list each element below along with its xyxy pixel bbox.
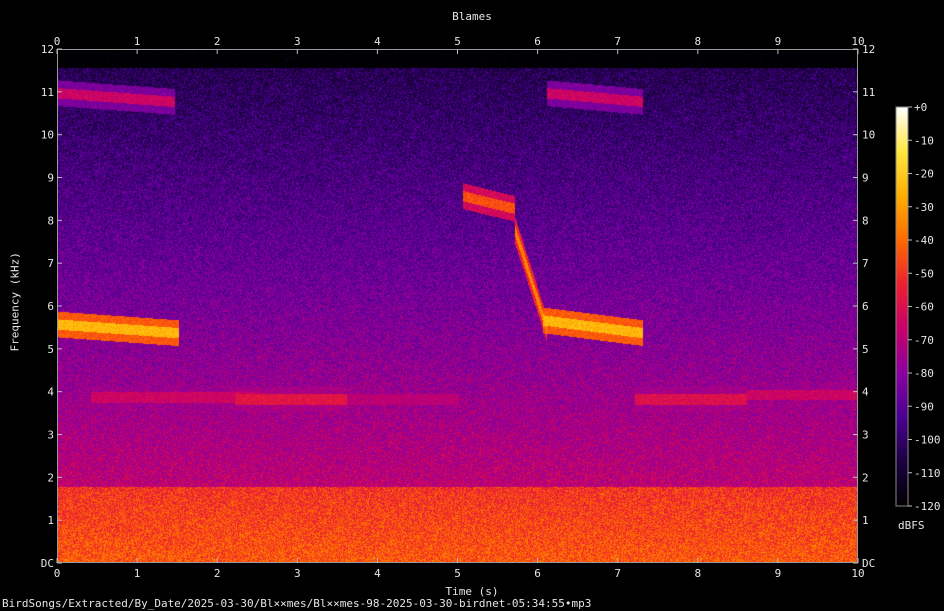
y-tick-label-right: DC (862, 557, 875, 570)
x-tick-label-bottom: 9 (775, 567, 782, 580)
colorbar-tick-label: +0 (914, 101, 927, 114)
colorbar-label: dBFS (898, 519, 925, 532)
y-tick-label-left: 11 (41, 86, 54, 99)
x-tick-label-bottom: 2 (214, 567, 221, 580)
x-tick-label-bottom: 0 (54, 567, 61, 580)
colorbar-tick-label: -120 (914, 500, 941, 513)
y-tick-label-left: 4 (47, 386, 54, 399)
y-tick-label-left: 3 (47, 429, 54, 442)
x-tick-label-bottom: 6 (534, 567, 541, 580)
x-tick-label-bottom: 3 (294, 567, 301, 580)
y-tick-label-right: 5 (862, 343, 869, 356)
y-tick-label-left: 9 (47, 172, 54, 185)
colorbar-tick-label: -30 (914, 201, 934, 214)
y-tick-label-right: 10 (862, 129, 875, 142)
y-tick-label-right: 3 (862, 429, 869, 442)
colorbar-tick-label: -50 (914, 267, 934, 280)
y-tick-label-left: 6 (47, 300, 54, 313)
spectrogram-figure: Blames 0 0 1 1 2 2 3 3 4 4 5 5 6 6 7 7 8 8 9 9 10 10 DC DC 1 1 2 2 3… (0, 0, 944, 611)
x-tick-label-top: 5 (454, 35, 461, 48)
y-tick-label-right: 8 (862, 214, 869, 227)
y-tick-label-left: 10 (41, 129, 54, 142)
y-tick-label-left: 1 (47, 514, 54, 527)
y-tick-label-left: DC (41, 557, 54, 570)
y-tick-label-right: 6 (862, 300, 869, 313)
x-tick-label-top: 1 (134, 35, 141, 48)
colorbar-tick-label: -60 (914, 301, 934, 314)
y-tick-label-left: 7 (47, 257, 54, 270)
x-tick-label-bottom: 1 (134, 567, 141, 580)
y-tick-label-left: 2 (47, 471, 54, 484)
y-tick-label-right: 12 (862, 43, 875, 56)
x-tick-label-bottom: 5 (454, 567, 461, 580)
y-tick-label-right: 11 (862, 86, 875, 99)
y-tick-label-right: 7 (862, 257, 869, 270)
x-tick-label-bottom: 4 (374, 567, 381, 580)
y-tick-label-right: 4 (862, 386, 869, 399)
colorbar-tick-label: -10 (914, 134, 934, 147)
colorbar-tick-label: -70 (914, 334, 934, 347)
x-tick-label-top: 9 (775, 35, 782, 48)
colorbar (895, 106, 909, 507)
y-tick-label-left: 12 (41, 43, 54, 56)
y-tick-label-right: 2 (862, 471, 869, 484)
x-tick-label-top: 0 (54, 35, 61, 48)
x-tick-label-bottom: 8 (694, 567, 701, 580)
file-path: BirdSongs/Extracted/By_Date/2025-03-30/B… (2, 597, 592, 610)
x-tick-label-top: 7 (614, 35, 621, 48)
colorbar-tick-label: -80 (914, 367, 934, 380)
y-axis-label: Frequency (kHz) (8, 252, 22, 352)
colorbar-tick-label: -110 (914, 467, 941, 480)
x-tick-label-top: 2 (214, 35, 221, 48)
y-tick-label-left: 5 (47, 343, 54, 356)
x-tick-label-top: 3 (294, 35, 301, 48)
y-tick-label-right: 9 (862, 172, 869, 185)
x-tick-label-bottom: 7 (614, 567, 621, 580)
colorbar-tick-label: -40 (914, 234, 934, 247)
x-tick-label-top: 6 (534, 35, 541, 48)
y-tick-label-right: 1 (862, 514, 869, 527)
colorbar-tick-label: -100 (914, 434, 941, 447)
axes-overlay: 001122334455667788991010DC DC1 12 23 34 45 56 6… (41, 35, 941, 580)
x-tick-label-top: 8 (694, 35, 701, 48)
colorbar-tick-label: -90 (914, 400, 934, 413)
colorbar-tick-label: -20 (914, 168, 934, 181)
y-tick-label-left: 8 (47, 214, 54, 227)
x-tick-label-top: 4 (374, 35, 381, 48)
